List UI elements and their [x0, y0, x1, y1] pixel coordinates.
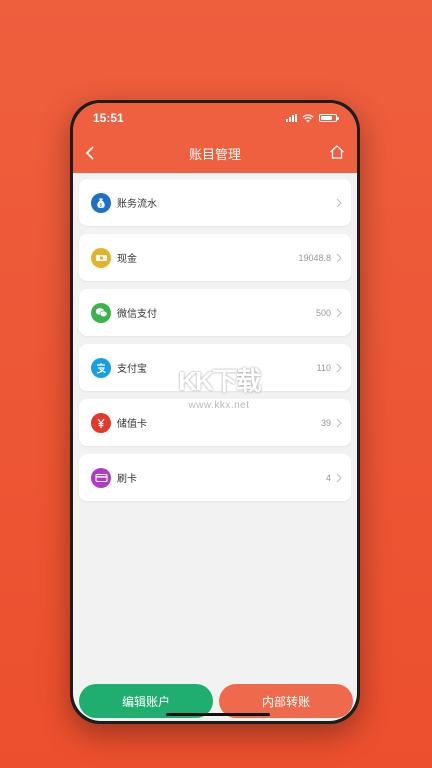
- money-bag-icon: $: [91, 192, 111, 213]
- back-icon[interactable]: [83, 145, 99, 161]
- account-row-stored-card[interactable]: 储值卡 39: [79, 399, 351, 446]
- chevron-right-icon: [336, 418, 342, 427]
- chevron-right-icon: [336, 363, 342, 372]
- navbar: 账目管理: [73, 133, 357, 173]
- account-label: 刷卡: [117, 474, 137, 485]
- phone-frame: 15:51 账目管理 $ 账务流水 现金 19048.8 微信支付 500 支付…: [70, 100, 360, 724]
- status-icons: [286, 114, 339, 123]
- chevron-right-icon: [336, 253, 342, 262]
- account-label: 储值卡: [117, 419, 147, 430]
- account-label: 现金: [117, 254, 137, 265]
- account-label: 微信支付: [117, 309, 157, 320]
- header: 15:51 账目管理: [73, 103, 357, 173]
- account-row-alipay[interactable]: 支付宝 110: [79, 344, 351, 391]
- account-row-card-swipe[interactable]: 刷卡 4: [79, 454, 351, 501]
- home-icon[interactable]: [329, 144, 345, 160]
- account-row-wechat[interactable]: 微信支付 500: [79, 289, 351, 336]
- wechat-icon: [91, 302, 111, 323]
- chevron-right-icon: [336, 473, 342, 482]
- wifi-icon: [302, 114, 314, 122]
- account-value: 110: [316, 362, 331, 373]
- card-swipe-icon: [91, 467, 111, 488]
- account-row-ledger[interactable]: $ 账务流水: [79, 179, 351, 226]
- app-screen: 15:51 账目管理 $ 账务流水 现金 19048.8 微信支付 500 支付…: [73, 103, 357, 721]
- page-title: 账目管理: [188, 147, 241, 163]
- account-label: 支付宝: [117, 364, 147, 375]
- cash-icon: [91, 247, 111, 268]
- account-value: 4: [325, 472, 331, 483]
- account-value: 500: [315, 307, 331, 318]
- signal-icon: [286, 114, 297, 122]
- account-row-cash[interactable]: 现金 19048.8: [79, 234, 351, 281]
- battery-icon: [319, 114, 339, 122]
- account-value: 19048.8: [298, 252, 331, 263]
- status-time: 15:51: [93, 111, 124, 125]
- status-bar: 15:51: [73, 103, 357, 133]
- svg-text:$: $: [99, 202, 102, 208]
- account-label: 账务流水: [117, 199, 157, 210]
- account-list: $ 账务流水 现金 19048.8 微信支付 500 支付宝 110 储值卡 3…: [73, 173, 357, 501]
- chevron-right-icon: [336, 308, 342, 317]
- account-value: 39: [320, 417, 331, 428]
- home-indicator: [166, 713, 270, 716]
- alipay-icon: [91, 357, 111, 378]
- chevron-right-icon: [336, 198, 342, 207]
- yen-card-icon: [91, 412, 111, 433]
